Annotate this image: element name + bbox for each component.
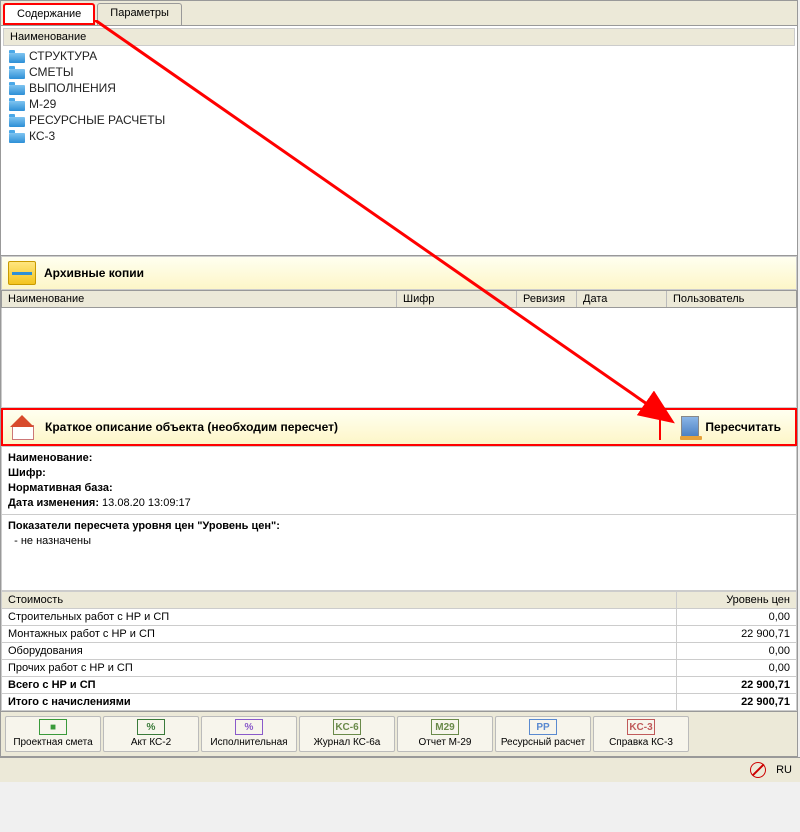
archive-grid-header: Наименование Шифр Ревизия Дата Пользоват… — [1, 290, 797, 308]
bottom-toolbar: ■ Проектная смета% Акт КС-2% Исполнительная… — [1, 711, 797, 756]
toolbar-button[interactable]: KC-6 Журнал КС-6а — [299, 716, 395, 752]
folder-icon — [9, 66, 25, 79]
col-code[interactable]: Шифр — [397, 291, 517, 307]
archive-icon — [8, 261, 36, 285]
toolbar-button[interactable]: % Исполнительная — [201, 716, 297, 752]
tab-bar: Содержание Параметры — [1, 1, 797, 26]
cost-row-value: 0,00 — [676, 660, 796, 676]
col-date[interactable]: Дата — [577, 291, 667, 307]
cost-table: Стоимость Уровень цен Строительных работ… — [1, 591, 797, 711]
cost-row-value: 0,00 — [676, 609, 796, 625]
cost-row: Всего с НР и СП22 900,71 — [2, 677, 796, 694]
tree-item-label: М-29 — [29, 97, 56, 111]
archive-title: Архивные копии — [44, 266, 144, 280]
desc-indicators-value: - не назначены — [14, 535, 91, 547]
cost-row-value: 22 900,71 — [676, 677, 796, 693]
cost-row-value: 0,00 — [676, 643, 796, 659]
recalculate-button[interactable]: Пересчитать — [659, 414, 789, 440]
col-rev[interactable]: Ревизия — [517, 291, 577, 307]
house-icon — [9, 415, 35, 439]
toolbar-button-label: Акт КС-2 — [106, 737, 196, 748]
desc-indicators-label: Показатели пересчета уровня цен "Уровень… — [8, 520, 280, 532]
tree-item[interactable]: КС-3 — [7, 128, 791, 144]
disabled-icon — [750, 762, 766, 778]
tree-column-header: Наименование — [3, 28, 795, 46]
tab-params[interactable]: Параметры — [97, 3, 182, 25]
col-name[interactable]: Наименование — [2, 291, 397, 307]
toolbar-button-icon: PP — [529, 719, 557, 735]
toolbar-button[interactable]: PP Ресурсный расчет — [495, 716, 591, 752]
tree-item[interactable]: ВЫПОЛНЕНИЯ — [7, 80, 791, 96]
toolbar-button-icon: % — [235, 719, 263, 735]
tree-item-label: РЕСУРСНЫЕ РАСЧЕТЫ — [29, 113, 165, 127]
toolbar-button-label: Исполнительная — [204, 737, 294, 748]
tree-item-label: КС-3 — [29, 129, 55, 143]
cost-row-label: Оборудования — [2, 643, 676, 659]
tree-item[interactable]: СТРУКТУРА — [7, 48, 791, 64]
cost-row: Оборудования0,00 — [2, 643, 796, 660]
archive-section-header: Архивные копии — [1, 256, 797, 290]
status-bar: RU — [0, 757, 800, 782]
tree-item[interactable]: СМЕТЫ — [7, 64, 791, 80]
folder-icon — [9, 114, 25, 127]
toolbar-button[interactable]: ■ Проектная смета — [5, 716, 101, 752]
description-title: Краткое описание объекта (необходим пере… — [45, 420, 338, 434]
cost-row-label: Итого с начислениями — [2, 694, 676, 710]
recalculate-label: Пересчитать — [705, 420, 781, 434]
toolbar-button-label: Журнал КС-6а — [302, 737, 392, 748]
cost-header-cost: Стоимость — [2, 592, 676, 608]
calculator-icon — [681, 416, 699, 438]
tree-item[interactable]: М-29 — [7, 96, 791, 112]
folder-icon — [9, 50, 25, 63]
desc-code-label: Шифр: — [8, 467, 46, 479]
cost-row: Прочих работ с НР и СП0,00 — [2, 660, 796, 677]
toolbar-button[interactable]: M29 Отчет М-29 — [397, 716, 493, 752]
toolbar-button-label: Отчет М-29 — [400, 737, 490, 748]
desc-name-label: Наименование: — [8, 452, 92, 464]
cost-row-label: Прочих работ с НР и СП — [2, 660, 676, 676]
toolbar-button-label: Проектная смета — [8, 737, 98, 748]
desc-date-label: Дата изменения: — [8, 497, 99, 509]
tree-panel: Наименование СТРУКТУРА СМЕТЫ ВЫПОЛНЕНИЯ М-2… — [1, 26, 797, 256]
cost-row-value: 22 900,71 — [676, 694, 796, 710]
toolbar-button[interactable]: % Акт КС-2 — [103, 716, 199, 752]
tree-item-label: ВЫПОЛНЕНИЯ — [29, 81, 116, 95]
col-user[interactable]: Пользователь — [667, 291, 796, 307]
cost-row: Итого с начислениями22 900,71 — [2, 694, 796, 710]
cost-row-label: Монтажных работ с НР и СП — [2, 626, 676, 642]
language-indicator[interactable]: RU — [776, 764, 792, 776]
tree-item-label: СМЕТЫ — [29, 65, 73, 79]
toolbar-button-icon: KC-6 — [333, 719, 361, 735]
toolbar-button-icon: % — [137, 719, 165, 735]
description-header: Краткое описание объекта (необходим пере… — [1, 408, 797, 446]
toolbar-button-icon: ■ — [39, 719, 67, 735]
cost-row-label: Всего с НР и СП — [2, 677, 676, 693]
folder-icon — [9, 98, 25, 111]
toolbar-button[interactable]: KC-3 Справка КС-3 — [593, 716, 689, 752]
cost-header-level: Уровень цен — [676, 592, 796, 608]
toolbar-button-label: Справка КС-3 — [596, 737, 686, 748]
folder-icon — [9, 82, 25, 95]
desc-base-label: Нормативная база: — [8, 482, 113, 494]
cost-row-value: 22 900,71 — [676, 626, 796, 642]
cost-row-label: Строительных работ с НР и СП — [2, 609, 676, 625]
folder-icon — [9, 130, 25, 143]
toolbar-button-icon: KC-3 — [627, 719, 655, 735]
cost-row: Монтажных работ с НР и СП22 900,71 — [2, 626, 796, 643]
toolbar-button-label: Ресурсный расчет — [498, 737, 588, 748]
archive-grid-body[interactable] — [1, 308, 797, 408]
tree-item[interactable]: РЕСУРСНЫЕ РАСЧЕТЫ — [7, 112, 791, 128]
desc-date-value: 13.08.20 13:09:17 — [102, 497, 191, 509]
cost-row: Строительных работ с НР и СП0,00 — [2, 609, 796, 626]
description-body: Наименование: Шифр: Нормативная база: Да… — [1, 446, 797, 591]
tab-content[interactable]: Содержание — [3, 3, 95, 25]
toolbar-button-icon: M29 — [431, 719, 459, 735]
tree-item-label: СТРУКТУРА — [29, 49, 97, 63]
